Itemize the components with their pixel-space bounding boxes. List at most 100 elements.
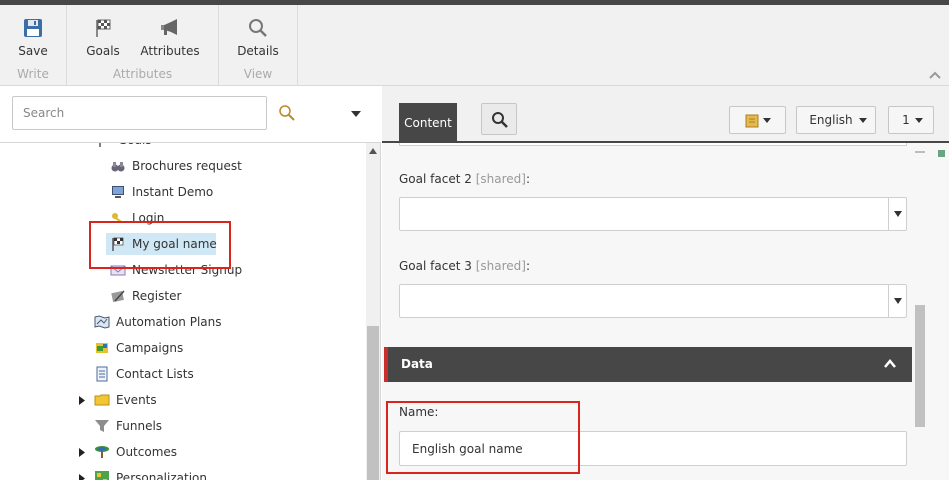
collapse-arrow-icon[interactable] <box>78 143 84 145</box>
tree-item-label: Contact Lists <box>116 367 194 381</box>
details-label: Details <box>237 44 279 58</box>
tree-item-automation-plans[interactable]: Automation Plans <box>94 311 314 333</box>
personalization-icon <box>95 471 109 480</box>
previous-field-bottom <box>399 143 907 146</box>
register-pen-icon <box>111 290 125 303</box>
megaphone-icon <box>161 19 177 35</box>
goal-flag-icon <box>96 19 111 37</box>
expand-arrow-icon[interactable] <box>79 448 85 457</box>
outcomes-icon <box>95 446 109 458</box>
expand-arrow-icon[interactable] <box>79 396 85 405</box>
goal-flag-icon <box>99 143 101 147</box>
goal-facet-3-label: Goal facet 3 [shared]: <box>399 259 530 273</box>
dropdown-divider <box>888 285 889 317</box>
monitor-icon <box>112 186 124 198</box>
tree-item-campaigns[interactable]: Campaigns <box>94 337 314 359</box>
ribbon-group-view: Details View <box>219 5 298 86</box>
attributes-button[interactable]: Attributes <box>139 17 201 58</box>
tree-item-brochures-request[interactable]: Brochures request <box>110 155 310 177</box>
shared-tag: [shared] <box>475 259 526 273</box>
tree-scrollbar[interactable] <box>366 143 380 480</box>
editor-scrollbar[interactable] <box>915 143 949 480</box>
tree-item-label: Register <box>132 289 182 303</box>
language-dropdown[interactable]: English <box>796 106 876 134</box>
chevron-down-icon <box>859 118 867 123</box>
expand-arrow-icon[interactable] <box>79 474 85 480</box>
version-number-dropdown[interactable]: 1 <box>888 106 934 134</box>
tree-item-register[interactable]: Register <box>110 285 310 307</box>
scroll-up-icon[interactable] <box>369 148 377 154</box>
chevron-down-icon <box>915 118 923 123</box>
tree-item-label: Funnels <box>116 419 163 433</box>
tree-item-contact-lists[interactable]: Contact Lists <box>94 363 314 385</box>
tree-item-label: Events <box>116 393 157 407</box>
collapse-ribbon-icon[interactable] <box>929 70 941 80</box>
tree-item-label: Campaigns <box>116 341 184 355</box>
goal-facet-3-dropdown[interactable] <box>399 284 907 318</box>
versions-dropdown[interactable] <box>729 106 786 134</box>
chevron-down-icon <box>763 118 771 123</box>
tree-item-instant-demo[interactable]: Instant Demo <box>110 181 310 203</box>
ribbon-group-label-write: Write <box>17 67 49 81</box>
funnel-icon <box>95 420 109 432</box>
ribbon: Save Write Goals Attributes Attributes D… <box>0 5 949 86</box>
language-label: English <box>809 113 853 127</box>
tree-scroll-thumb[interactable] <box>367 326 379 480</box>
label-colon: : <box>525 172 530 186</box>
goals-label: Goals <box>86 44 120 58</box>
tree-item-label: Goals <box>118 143 152 151</box>
save-icon <box>24 19 42 37</box>
ribbon-group-label-attributes: Attributes <box>112 67 173 81</box>
section-header-data[interactable]: Data <box>384 347 912 382</box>
ribbon-group-attributes: Goals Attributes Attributes <box>67 5 219 86</box>
content-tree-pane: Goals Brochures request Instant Demo Log… <box>0 86 381 480</box>
validation-marker <box>938 150 945 157</box>
campaigns-icon <box>96 343 108 353</box>
search-icon <box>492 112 508 128</box>
shared-tag: [shared] <box>475 172 526 186</box>
editor-scroll-thumb[interactable] <box>915 305 925 427</box>
tree-item-outcomes[interactable]: Outcomes <box>94 441 314 463</box>
tree-item-goals[interactable]: Goals <box>96 143 276 151</box>
version-number-label: 1 <box>902 113 910 127</box>
contact-list-icon <box>96 366 108 382</box>
tree-item-label: Automation Plans <box>116 315 222 329</box>
highlight-box-name-field <box>386 401 580 474</box>
goal-facet-2-dropdown[interactable] <box>399 197 907 231</box>
search-icon[interactable] <box>278 104 296 122</box>
dropdown-divider <box>888 198 889 230</box>
section-title: Data <box>401 357 433 371</box>
book-icon <box>745 114 759 128</box>
field-label-text: Goal facet 3 <box>399 259 472 273</box>
content-tree: Goals Brochures request Instant Demo Log… <box>0 143 366 480</box>
tree-item-label: Personalization <box>116 471 207 480</box>
magnifier-icon <box>249 19 267 37</box>
tree-item-personalization[interactable]: Personalization <box>94 467 314 480</box>
chevron-down-icon[interactable] <box>350 110 362 118</box>
tree-item-funnels[interactable]: Funnels <box>94 415 314 437</box>
ribbon-group-label-view: View <box>243 67 273 81</box>
search-input[interactable] <box>12 96 267 130</box>
attributes-label: Attributes <box>140 44 200 58</box>
editor-search-button[interactable] <box>481 103 517 135</box>
map-icon <box>94 315 110 329</box>
tree-search-bar <box>0 86 381 143</box>
tree-item-label: Instant Demo <box>132 185 214 199</box>
tab-content[interactable]: Content <box>399 103 457 143</box>
tree-item-events[interactable]: Events <box>94 389 314 411</box>
save-button[interactable]: Save <box>0 17 66 58</box>
label-colon: : <box>525 259 530 273</box>
scroll-top-line <box>915 151 925 153</box>
tree-item-label: Brochures request <box>132 159 242 173</box>
binoculars-icon <box>111 162 125 172</box>
field-label-text: Goal facet 2 <box>399 172 472 186</box>
goals-button[interactable]: Goals <box>75 17 131 58</box>
folder-icon <box>94 394 110 406</box>
details-button[interactable]: Details <box>227 17 289 58</box>
chevron-down-icon <box>894 298 902 304</box>
chevron-up-icon[interactable] <box>884 359 896 368</box>
chevron-down-icon <box>894 211 902 217</box>
editor-header: Content English 1 <box>382 86 949 143</box>
highlight-box-selected-item <box>89 221 231 269</box>
ribbon-group-write: Save Write <box>0 5 67 86</box>
